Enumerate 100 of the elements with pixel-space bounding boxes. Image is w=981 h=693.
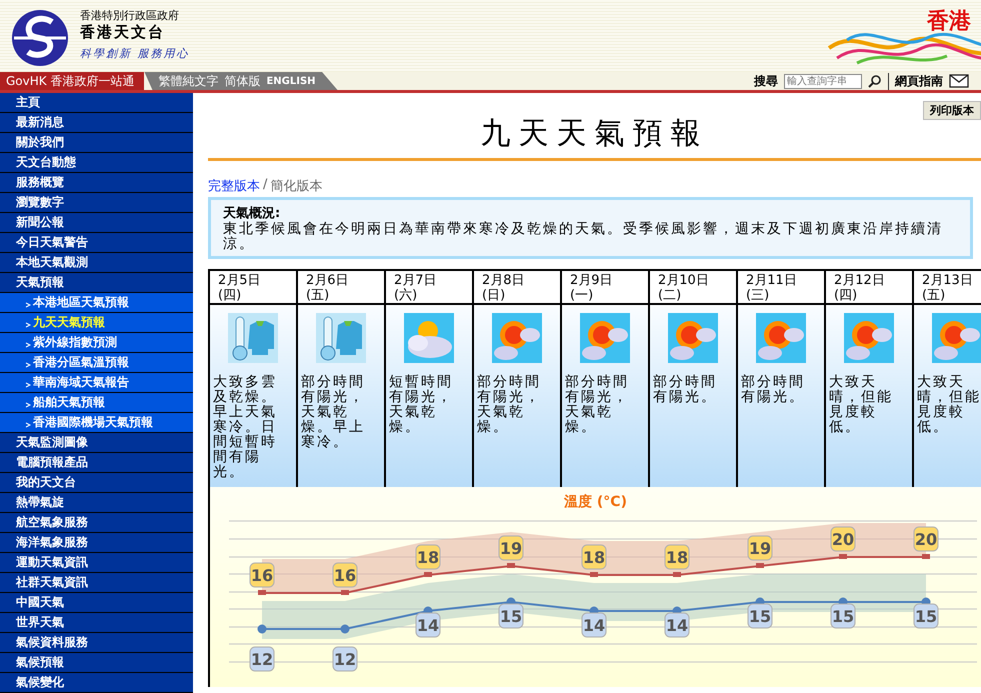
sidebar-item[interactable]: 氣候資料服務 — [0, 633, 193, 653]
sidebar-item[interactable]: 海洋氣象服務 — [0, 533, 193, 553]
temperature-label: 18 — [582, 544, 606, 570]
sidebar-item[interactable]: 關於我們 — [0, 133, 193, 153]
temperature-label: 14 — [416, 612, 440, 638]
brand-hong-kong-text: 香港 — [927, 8, 971, 36]
max-point — [590, 572, 598, 577]
forecast-text: 大致多雲及乾燥。早上天氣寒冷。日間短暫時間有陽光。 — [213, 375, 278, 480]
outlook-text: 東北季候風會在今明兩日為華南帶來寒冷及乾燥的天氣。受季候風影響，週末及下週初廣東沿岸持續清涼。 — [223, 222, 944, 252]
sidebar-item[interactable]: 氣候變化 — [0, 673, 193, 693]
chevron-icon — [25, 382, 31, 388]
sun-cloud-icon — [668, 313, 718, 363]
temperature-label: 19 — [498, 536, 524, 560]
temperature-label: 15 — [914, 604, 938, 628]
sidebar-item[interactable]: 今日天氣警告 — [0, 233, 193, 253]
temperature-label: 16 — [250, 562, 274, 588]
site-guide-link[interactable]: 網頁指南 — [888, 72, 943, 90]
language-link[interactable]: 简体版 — [224, 72, 260, 90]
sun-cloud-icon — [492, 313, 542, 363]
sidebar-item[interactable]: 世界天氣 — [0, 613, 193, 633]
sun-cloud-icon — [844, 313, 894, 363]
max-point — [507, 563, 515, 568]
version-link[interactable]: 完整版本 — [208, 177, 260, 195]
observatory-logo-icon[interactable] — [10, 8, 70, 68]
sidebar-item[interactable]: 中國天氣 — [0, 593, 193, 613]
sidebar-item[interactable]: 天氣預報 — [0, 273, 193, 293]
max-point — [424, 572, 432, 577]
forecast-text: 大致天晴，但能見度較低。 — [829, 375, 894, 435]
chevron-icon — [25, 362, 31, 368]
sidebar-item[interactable]: 紫外線指數預測 — [0, 333, 193, 353]
sidebar-item[interactable]: 我的天文台 — [0, 473, 193, 493]
temperature-label: 15 — [748, 604, 772, 628]
max-point — [341, 590, 349, 595]
sun-cloud-icon — [580, 313, 630, 363]
govhk-link[interactable]: GovHK 香港政府一站通 — [0, 72, 144, 90]
max-point — [673, 572, 681, 577]
temperature-label: 18 — [664, 544, 690, 570]
sidebar-item[interactable]: 瀏覽數字 — [0, 193, 193, 213]
thermometer-sweater-icon — [228, 313, 278, 363]
sidebar-item[interactable]: 主頁 — [0, 93, 193, 113]
forecast-text: 部分時間有陽光，天氣乾燥。早上寒冷。 — [301, 375, 366, 450]
forecast-text: 部分時間有陽光，天氣乾燥。 — [477, 375, 542, 435]
chevron-icon — [25, 322, 31, 328]
sidebar-item[interactable]: 新聞公報 — [0, 213, 193, 233]
temperature-label: 16 — [332, 562, 358, 588]
sidebar-item[interactable]: 船舶天氣預報 — [0, 393, 193, 413]
language-link[interactable]: 繁體純文字 — [158, 72, 218, 90]
sun-cloud-icon — [932, 313, 981, 363]
forecast-text: 大致天晴，但能見度較低。 — [917, 375, 981, 435]
temperature-label: 20 — [914, 526, 938, 552]
sidebar-item[interactable]: 九天天氣預報 — [0, 313, 193, 333]
temperature-label: 12 — [332, 646, 358, 672]
forecast-text: 短暫時間有陽光，天氣乾燥。 — [389, 375, 454, 435]
sidebar-item[interactable]: 社群天氣資訊 — [0, 573, 193, 593]
outlook-heading: 天氣概況: — [223, 205, 282, 222]
chevron-icon — [25, 402, 31, 408]
search-label: 搜尋 — [754, 72, 778, 90]
chevron-icon — [25, 342, 31, 348]
max-point — [258, 590, 266, 595]
sidebar-item[interactable]: 服務概覽 — [0, 173, 193, 193]
temperature-label: 15 — [830, 604, 856, 628]
temperature-label: 15 — [498, 604, 524, 628]
version-link[interactable]: 簡化版本 — [270, 177, 322, 195]
search-icon[interactable] — [868, 74, 882, 88]
sidebar-item[interactable]: 天文台動態 — [0, 153, 193, 173]
sidebar-item[interactable]: 本地天氣觀測 — [0, 253, 193, 273]
chevron-icon — [25, 422, 31, 428]
sidebar-item[interactable]: 航空氣象服務 — [0, 513, 193, 533]
sidebar-item[interactable]: 天氣監測圖像 — [0, 433, 193, 453]
sidebar-item[interactable]: 本港地區天氣預報 — [0, 293, 193, 313]
temperature-label: 20 — [830, 526, 856, 552]
temperature-label: 18 — [416, 544, 440, 570]
motto-text: 科學創新 服務用心 — [80, 46, 190, 61]
sun-cloud-icon — [756, 313, 806, 363]
sidebar-item[interactable]: 電腦預報產品 — [0, 453, 193, 473]
mail-icon[interactable] — [949, 74, 969, 88]
language-link[interactable]: ENGLISH — [266, 76, 316, 86]
sidebar-item[interactable]: 華南海域天氣報告 — [0, 373, 193, 393]
chevron-icon — [25, 302, 31, 308]
temperature-label: 19 — [748, 536, 772, 560]
sidebar-item[interactable]: 氣候預報 — [0, 653, 193, 673]
sidebar-item[interactable]: 最新消息 — [0, 113, 193, 133]
temperature-label: 14 — [664, 612, 690, 638]
sidebar-item[interactable]: 熱帶氣旋 — [0, 493, 193, 513]
cloud-sun-icon — [404, 313, 454, 363]
max-point — [839, 554, 847, 559]
sidebar-item[interactable]: 運動天氣資訊 — [0, 553, 193, 573]
chart-title: 溫度 (°C) — [564, 493, 627, 511]
sidebar-item[interactable]: 香港分區氣溫預報 — [0, 353, 193, 373]
observatory-name: 香港天文台 — [80, 23, 166, 42]
forecast-text: 部分時間有陽光。 — [653, 375, 718, 405]
sidebar-item[interactable]: 香港國際機場天氣預報 — [0, 413, 193, 433]
separator-text: / — [263, 177, 268, 194]
government-name: 香港特別行政區政府 — [80, 8, 180, 23]
forecast-text: 部分時間有陽光。 — [741, 375, 806, 405]
temperature-label: 14 — [582, 612, 606, 638]
min-point — [258, 624, 266, 634]
search-field[interactable]: 輸入查詢字串 — [784, 74, 862, 88]
max-point — [756, 563, 764, 568]
forecast-text: 部分時間有陽光，天氣乾燥。 — [565, 375, 630, 435]
